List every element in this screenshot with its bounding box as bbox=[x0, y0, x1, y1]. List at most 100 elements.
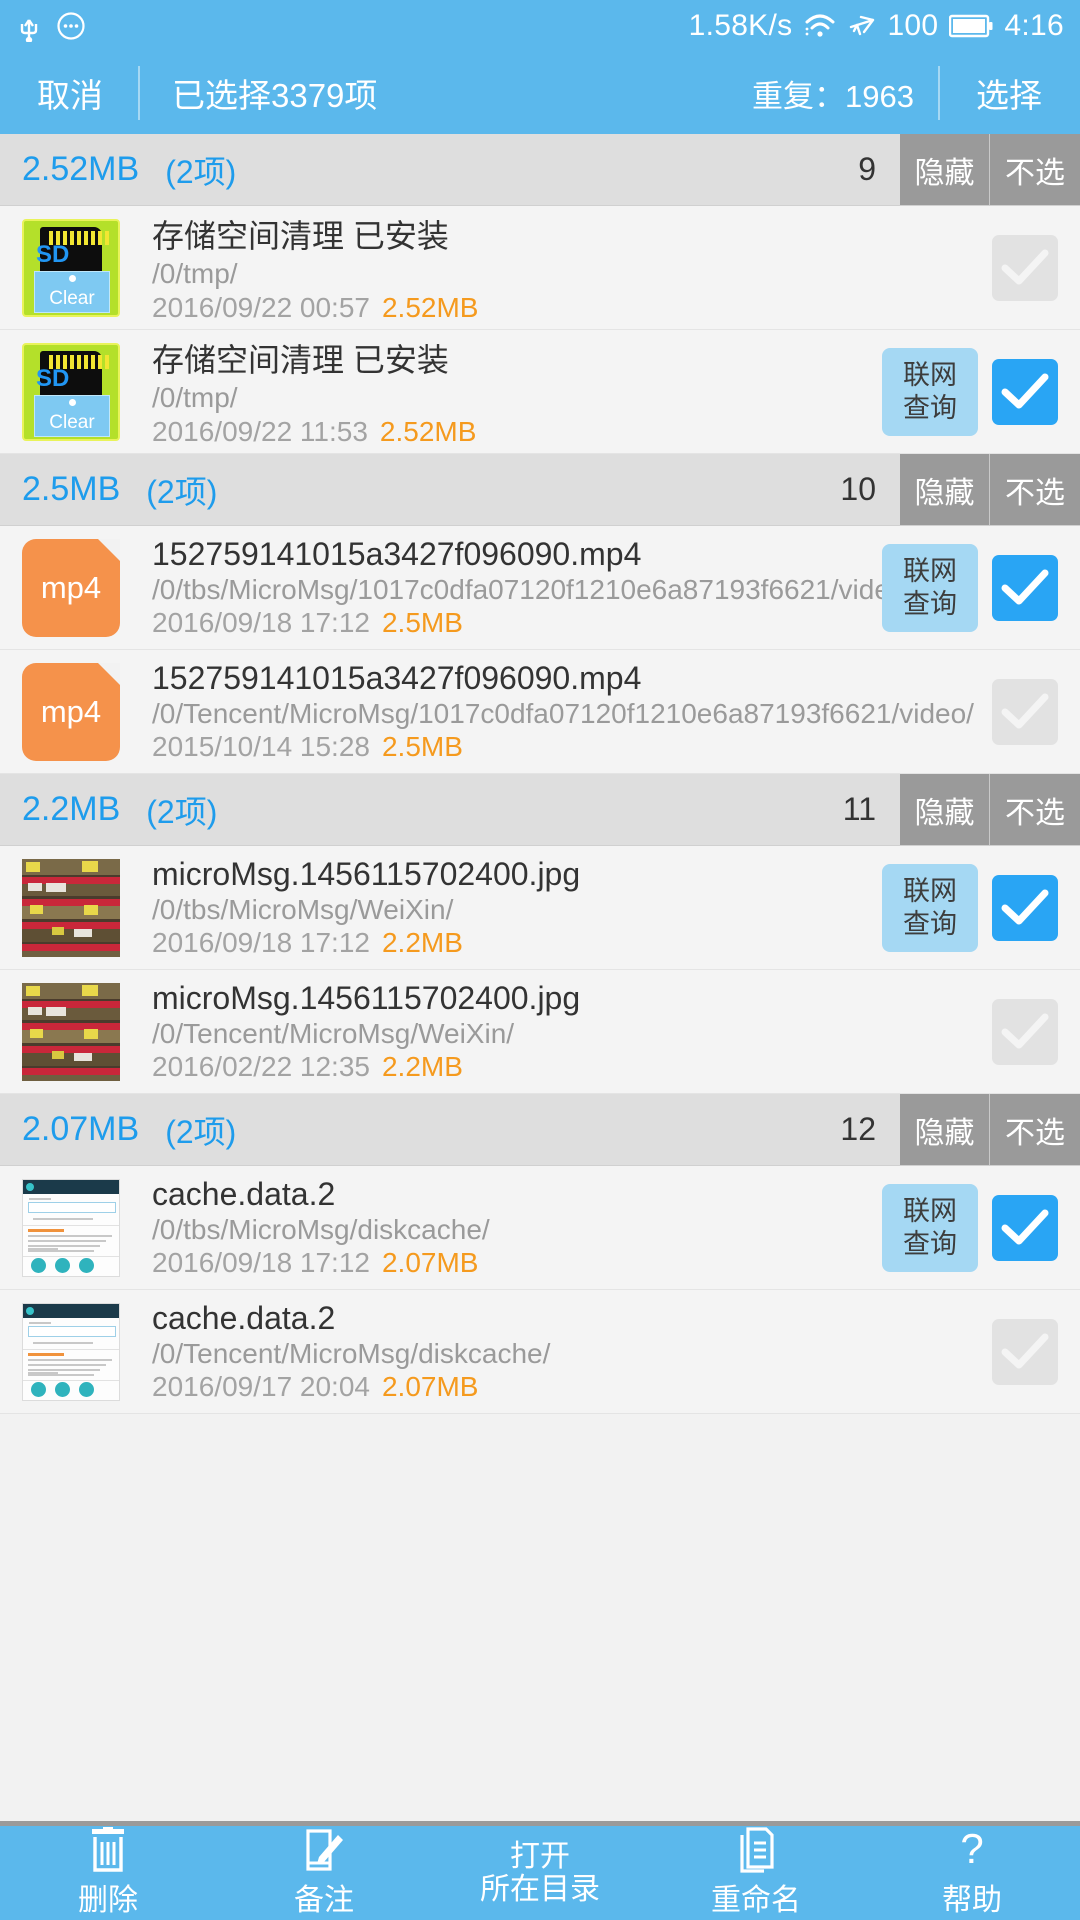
file-info: 存储空间清理 已安装/0/tmp/2016/09/22 00:57 2.52MB bbox=[120, 211, 1080, 323]
file-size: 2.5MB bbox=[382, 607, 463, 638]
file-date: 2016/02/22 12:35 bbox=[152, 1051, 370, 1082]
toolbar-item-删除[interactable]: 删除 bbox=[0, 1827, 216, 1919]
copy-icon bbox=[734, 1827, 778, 1873]
hide-group-button[interactable]: 隐藏 bbox=[900, 134, 990, 205]
network-speed: 1.58K/s bbox=[689, 9, 793, 43]
file-row[interactable]: SDClear存储空间清理 已安装/0/tmp/2016/09/22 11:53… bbox=[0, 330, 1080, 454]
hide-group-button[interactable]: 隐藏 bbox=[900, 774, 990, 845]
file-row[interactable]: mp4 152759141015a3427f096090.mp4/0/Tencen… bbox=[0, 650, 1080, 774]
file-icon: SDClear bbox=[22, 343, 120, 441]
file-size: 2.07MB bbox=[382, 1371, 479, 1402]
toolbar-item-重命名[interactable]: 重命名 bbox=[648, 1827, 864, 1919]
online-query-button[interactable]: 联网查询 bbox=[882, 1184, 978, 1272]
trash-icon bbox=[86, 1827, 130, 1873]
group-header: 2.52MB(2项)9隐藏不选 bbox=[0, 134, 1080, 206]
sd-clear-app-icon: SDClear bbox=[22, 219, 120, 317]
svg-text:?: ? bbox=[960, 1827, 983, 1872]
file-size: 2.52MB bbox=[380, 416, 477, 447]
cancel-button[interactable]: 取消 bbox=[0, 52, 140, 134]
file-meta: 2016/09/22 00:57 2.52MB bbox=[152, 292, 1080, 324]
file-icon bbox=[22, 983, 120, 1081]
group-index: 10 bbox=[840, 454, 900, 525]
online-query-button[interactable]: 联网查询 bbox=[882, 864, 978, 952]
photo-thumbnail-icon bbox=[22, 983, 120, 1081]
row-actions: 联网查询 bbox=[882, 526, 1080, 649]
file-list[interactable]: 2.52MB(2项)9隐藏不选SDClear存储空间清理 已安装/0/tmp/2… bbox=[0, 134, 1080, 1826]
group-size: 2.07MB bbox=[0, 1094, 139, 1165]
row-actions: 联网查询 bbox=[882, 846, 1080, 969]
file-row[interactable]: SDClear存储空间清理 已安装/0/tmp/2016/09/22 00:57… bbox=[0, 206, 1080, 330]
file-row[interactable]: cache.data.2/0/Tencent/MicroMsg/diskcach… bbox=[0, 1290, 1080, 1414]
file-row[interactable]: microMsg.1456115702400.jpg/0/tbs/MicroMs… bbox=[0, 846, 1080, 970]
file-date: 2015/10/14 15:28 bbox=[152, 731, 370, 762]
file-icon: SDClear bbox=[22, 219, 120, 317]
file-path: /0/tmp/ bbox=[152, 258, 1080, 290]
file-path: /0/Tencent/MicroMsg/1017c0dfa07120f1210e… bbox=[152, 698, 1080, 730]
toolbar-item-帮助[interactable]: ?帮助 bbox=[864, 1827, 1080, 1919]
group-index: 11 bbox=[843, 774, 900, 845]
row-checkbox[interactable] bbox=[992, 359, 1058, 425]
file-meta: 2016/09/17 20:042.07MB bbox=[152, 1371, 1080, 1403]
file-row[interactable]: microMsg.1456115702400.jpg/0/Tencent/Mic… bbox=[0, 970, 1080, 1094]
mp4-file-icon: mp4 bbox=[22, 663, 120, 761]
hide-group-button[interactable]: 隐藏 bbox=[900, 454, 990, 525]
group-header: 2.2MB(2项) 11隐藏不选 bbox=[0, 774, 1080, 846]
deselect-group-button[interactable]: 不选 bbox=[990, 134, 1080, 205]
clock: 4:16 bbox=[1004, 9, 1064, 43]
status-bar-left bbox=[16, 10, 86, 42]
mp4-file-icon: mp4 bbox=[22, 539, 120, 637]
file-row[interactable]: cache.data.2/0/tbs/MicroMsg/diskcache/20… bbox=[0, 1166, 1080, 1290]
online-query-button[interactable]: 联网查询 bbox=[882, 348, 978, 436]
deselect-group-button[interactable]: 不选 bbox=[990, 774, 1080, 845]
file-meta: 2016/02/22 12:352.2MB bbox=[152, 1051, 1080, 1083]
file-size: 2.5MB bbox=[382, 731, 463, 762]
scroll-divider bbox=[0, 1821, 1080, 1826]
row-actions: 联网查询 bbox=[882, 330, 1080, 453]
file-size: 2.52MB bbox=[382, 292, 479, 323]
battery-percent: 100 bbox=[887, 9, 938, 43]
wifi-icon bbox=[803, 12, 837, 40]
row-actions bbox=[992, 970, 1080, 1093]
photo-thumbnail-icon bbox=[22, 859, 120, 957]
file-icon: mp4 bbox=[22, 663, 120, 761]
bottom-toolbar: 删除备注打开所在目录重命名 ?帮助 bbox=[0, 1826, 1080, 1920]
file-date: 2016/09/22 00:57 bbox=[152, 292, 370, 323]
group-index: 9 bbox=[858, 134, 900, 205]
toolbar-label: 重命名 bbox=[711, 1875, 801, 1919]
file-icon: mp4 bbox=[22, 539, 120, 637]
file-name: 存储空间清理 已安装 bbox=[152, 211, 1080, 257]
duplicate-count: 重复：1963 bbox=[752, 52, 938, 134]
file-icon bbox=[22, 1303, 120, 1401]
online-query-button[interactable]: 联网查询 bbox=[882, 544, 978, 632]
group-item-count: (2项) bbox=[120, 774, 217, 845]
group-header: 2.07MB(2项)12隐藏不选 bbox=[0, 1094, 1080, 1166]
row-actions: 联网查询 bbox=[882, 1166, 1080, 1289]
battery-full-icon bbox=[949, 13, 993, 39]
row-checkbox[interactable] bbox=[992, 679, 1058, 745]
file-meta: 2015/10/14 15:28 2.5MB bbox=[152, 731, 1080, 763]
sd-clear-app-icon: SDClear bbox=[22, 343, 120, 441]
group-size: 2.2MB bbox=[0, 774, 120, 845]
row-checkbox[interactable] bbox=[992, 875, 1058, 941]
group-size: 2.5MB bbox=[0, 454, 120, 525]
hide-group-button[interactable]: 隐藏 bbox=[900, 1094, 990, 1165]
file-icon bbox=[22, 1179, 120, 1277]
file-row[interactable]: mp4152759141015a3427f096090.mp4/0/tbs/Mi… bbox=[0, 526, 1080, 650]
file-path: /0/Tencent/MicroMsg/WeiXin/ bbox=[152, 1018, 1080, 1050]
toolbar-item-打开[interactable]: 打开所在目录 bbox=[432, 1841, 648, 1906]
file-info: microMsg.1456115702400.jpg/0/Tencent/Mic… bbox=[120, 980, 1080, 1083]
toolbar-item-备注[interactable]: 备注 bbox=[216, 1827, 432, 1919]
file-name: 152759141015a3427f096090.mp4 bbox=[152, 660, 1080, 697]
toolbar-sublabel: 所在目录 bbox=[480, 1874, 600, 1906]
select-button[interactable]: 选择 bbox=[938, 52, 1080, 134]
file-date: 2016/09/18 17:12 bbox=[152, 927, 370, 958]
group-item-count: (2项) bbox=[139, 134, 236, 205]
row-checkbox[interactable] bbox=[992, 1319, 1058, 1385]
row-checkbox[interactable] bbox=[992, 999, 1058, 1065]
row-checkbox[interactable] bbox=[992, 555, 1058, 621]
row-checkbox[interactable] bbox=[992, 235, 1058, 301]
webpage-thumbnail-icon bbox=[22, 1303, 120, 1401]
deselect-group-button[interactable]: 不选 bbox=[990, 1094, 1080, 1165]
deselect-group-button[interactable]: 不选 bbox=[990, 454, 1080, 525]
row-checkbox[interactable] bbox=[992, 1195, 1058, 1261]
